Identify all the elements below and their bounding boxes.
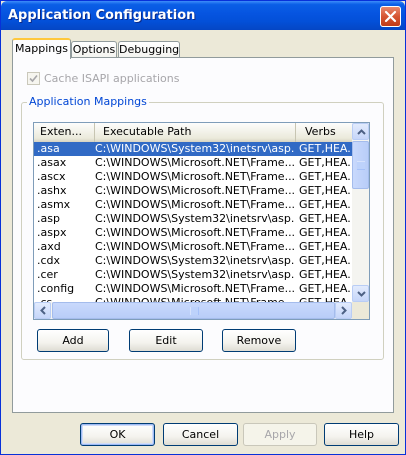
- table-row[interactable]: .asmx C:\WINDOWS\Microsoft.NET\Frame... GE…: [34, 198, 352, 212]
- cancel-button-label: Cancel: [181, 428, 220, 441]
- table-row[interactable]: .ascx C:\WINDOWS\Microsoft.NET\Frame... GE…: [34, 170, 352, 184]
- apply-button-label: Apply: [264, 428, 296, 441]
- tab-options-label: Options: [72, 43, 116, 56]
- cell-executable-path: C:\WINDOWS\System32\inetsrv\asp....: [95, 212, 294, 225]
- close-button[interactable]: [380, 6, 401, 27]
- cell-executable-path: C:\WINDOWS\Microsoft.NET\Frame...: [95, 198, 294, 211]
- cell-executable-path: C:\WINDOWS\Microsoft.NET\Frame...: [95, 170, 294, 183]
- cell-extension: .cdx: [37, 254, 61, 267]
- add-button[interactable]: Add: [37, 329, 109, 352]
- cell-executable-path: C:\WINDOWS\Microsoft.NET\Frame...: [95, 184, 294, 197]
- arrow-down-icon: [357, 291, 366, 297]
- cell-extension: .asax: [37, 156, 67, 169]
- arrow-up-icon: [357, 129, 366, 135]
- column-header-executable-path-label: Executable Path: [103, 125, 192, 138]
- cell-verbs: GET,HEA...: [299, 268, 351, 281]
- cell-executable-path: C:\WINDOWS\Microsoft.NET\Frame...: [95, 156, 294, 169]
- cell-verbs: GET,HEA...: [299, 156, 351, 169]
- table-row[interactable]: .aspx C:\WINDOWS\Microsoft.NET\Frame... GE…: [34, 226, 352, 240]
- cell-executable-path: C:\WINDOWS\Microsoft.NET\Frame...: [95, 282, 294, 295]
- column-header-verbs[interactable]: Verbs: [296, 123, 352, 142]
- remove-button-label: Remove: [236, 334, 282, 347]
- cell-verbs: GET,HEA...: [299, 226, 351, 239]
- cell-verbs: GET,HEA...: [299, 254, 351, 267]
- mappings-tab-panel: Cache ISAPI applications Application Map…: [12, 57, 394, 413]
- help-button-label: Help: [348, 428, 375, 441]
- table-row[interactable]: .asax C:\WINDOWS\Microsoft.NET\Frame... GE…: [34, 156, 352, 170]
- cache-isapi-checkbox[interactable]: [27, 72, 40, 85]
- table-row[interactable]: .asp C:\WINDOWS\System32\inetsrv\asp.... G…: [34, 212, 352, 226]
- list-header: Exten... Executable Path Verbs: [34, 123, 352, 142]
- cell-extension: .ascx: [37, 170, 66, 183]
- tab-mappings[interactable]: Mappings: [12, 38, 71, 59]
- scroll-right-button[interactable]: [335, 302, 352, 319]
- arrow-left-icon: [40, 306, 46, 315]
- edit-button[interactable]: Edit: [129, 329, 203, 352]
- arrow-right-icon: [341, 306, 347, 315]
- mappings-list[interactable]: Exten... Executable Path Verbs .asa C:\WI…: [33, 122, 370, 320]
- edit-button-label: Edit: [155, 334, 177, 347]
- cell-extension: .asp: [37, 212, 60, 225]
- cell-verbs: GET,HEA...: [299, 170, 351, 183]
- cell-verbs: GET,HEA...: [299, 142, 351, 155]
- cell-executable-path: C:\WINDOWS\System32\inetsrv\asp....: [95, 268, 294, 281]
- vertical-scroll-thumb[interactable]: [352, 141, 369, 189]
- checkmark-icon: [29, 74, 38, 83]
- cell-verbs: GET,HEA...: [299, 212, 351, 225]
- horizontal-scroll-thumb[interactable]: [52, 302, 335, 319]
- tab-mappings-label: Mappings: [15, 42, 68, 55]
- column-header-extension[interactable]: Exten...: [34, 123, 95, 142]
- cell-extension: .config: [37, 282, 75, 295]
- title-bar[interactable]: Application Configuration: [1, 1, 405, 30]
- window-title: Application Configuration: [8, 8, 196, 23]
- cell-extension: .asa: [37, 142, 60, 155]
- tab-options[interactable]: Options: [71, 41, 117, 58]
- scroll-up-button[interactable]: [352, 123, 369, 140]
- cell-extension: .ashx: [37, 184, 67, 197]
- cell-executable-path: C:\WINDOWS\System32\inetsrv\asp....: [95, 254, 294, 267]
- tab-debugging-label: Debugging: [119, 43, 180, 56]
- cell-executable-path: C:\WINDOWS\Microsoft.NET\Frame...: [95, 226, 294, 239]
- remove-button[interactable]: Remove: [222, 329, 296, 352]
- column-header-executable-path[interactable]: Executable Path: [95, 123, 296, 142]
- group-title: Application Mappings: [27, 95, 149, 109]
- cell-verbs: GET,HEA...: [299, 184, 351, 197]
- ok-button-label: OK: [109, 428, 126, 441]
- application-configuration-dialog: Application Configuration Mappings Optio…: [0, 0, 406, 455]
- scroll-left-button[interactable]: [34, 302, 51, 319]
- tab-debugging[interactable]: Debugging: [118, 41, 180, 58]
- table-row[interactable]: .config C:\WINDOWS\Microsoft.NET\Frame...…: [34, 282, 352, 296]
- scroll-down-button[interactable]: [352, 285, 369, 302]
- table-row[interactable]: .asa C:\WINDOWS\System32\inetsrv\asp.... G…: [34, 142, 352, 156]
- scrollbar-corner: [352, 302, 369, 319]
- cell-extension: .cer: [37, 268, 58, 281]
- column-header-verbs-label: Verbs: [305, 125, 336, 138]
- cell-extension: .axd: [37, 240, 61, 253]
- apply-button[interactable]: Apply: [243, 423, 317, 446]
- table-row[interactable]: .cdx C:\WINDOWS\System32\inetsrv\asp.... G…: [34, 254, 352, 268]
- cell-verbs: GET,HEA...: [299, 240, 351, 253]
- application-mappings-group: Application Mappings Exten... Executable…: [21, 95, 384, 360]
- list-body: .asa C:\WINDOWS\System32\inetsrv\asp.... G…: [34, 142, 352, 302]
- help-button[interactable]: Help: [324, 423, 399, 446]
- cell-verbs: GET,HEA...: [299, 282, 351, 295]
- cell-executable-path: C:\WINDOWS\System32\inetsrv\asp....: [95, 142, 294, 155]
- table-row[interactable]: .axd C:\WINDOWS\Microsoft.NET\Frame... GET…: [34, 240, 352, 254]
- close-icon: [384, 10, 397, 23]
- cache-isapi-label: Cache ISAPI applications: [44, 72, 180, 85]
- table-row[interactable]: .ashx C:\WINDOWS\Microsoft.NET\Frame... GE…: [34, 184, 352, 198]
- table-row[interactable]: .cer C:\WINDOWS\System32\inetsrv\asp.... G…: [34, 268, 352, 282]
- vertical-scrollbar[interactable]: [352, 123, 369, 302]
- cell-extension: .aspx: [37, 226, 67, 239]
- cell-extension: .asmx: [37, 198, 71, 211]
- ok-button[interactable]: OK: [80, 423, 155, 446]
- grip-icon: [357, 161, 365, 170]
- column-header-extension-label: Exten...: [40, 125, 83, 138]
- cell-verbs: GET,HEA...: [299, 198, 351, 211]
- grip-icon: [190, 307, 199, 315]
- cell-executable-path: C:\WINDOWS\Microsoft.NET\Frame...: [95, 240, 294, 253]
- cancel-button[interactable]: Cancel: [163, 423, 238, 446]
- add-button-label: Add: [62, 334, 84, 347]
- horizontal-scrollbar[interactable]: [34, 302, 352, 319]
